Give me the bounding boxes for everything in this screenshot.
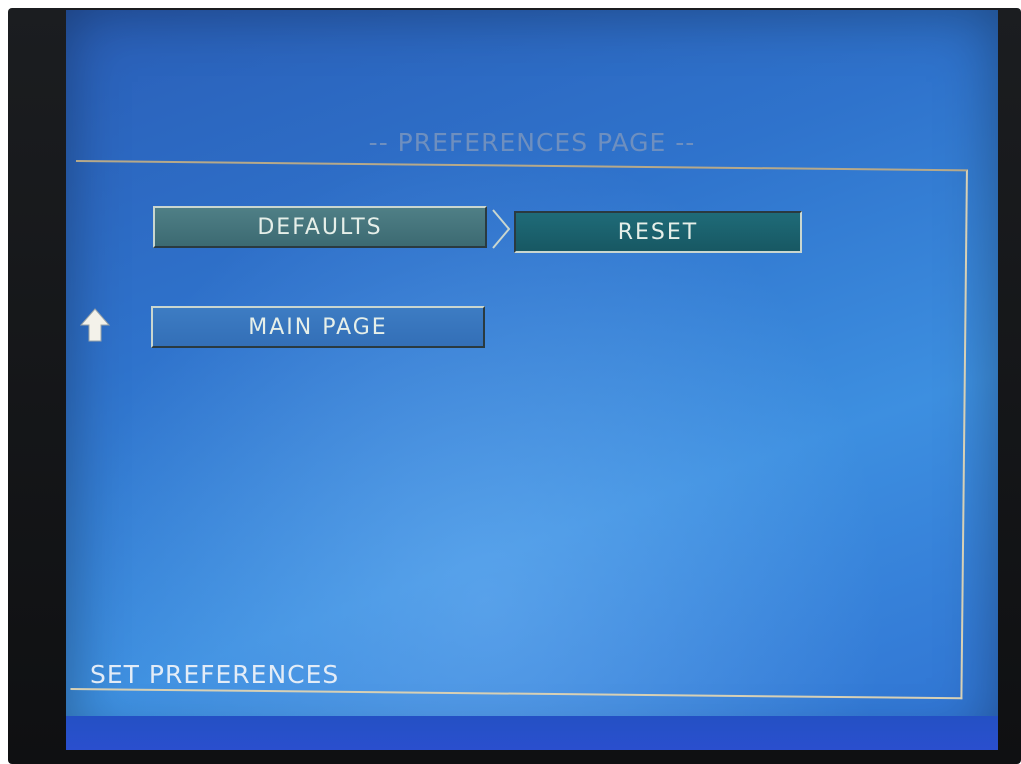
status-text: SET PREFERENCES xyxy=(90,660,340,689)
main-page-button[interactable]: MAIN PAGE xyxy=(151,306,485,348)
page-title: -- PREFERENCES PAGE -- xyxy=(368,128,696,157)
chevron-right-icon xyxy=(492,209,511,249)
monitor-bezel: -- PREFERENCES PAGE -- DEFAULTS RESET MA… xyxy=(8,8,1021,764)
defaults-button[interactable]: DEFAULTS xyxy=(153,206,487,248)
up-arrow-icon[interactable] xyxy=(80,308,110,342)
bottom-bar xyxy=(66,716,998,750)
screen: -- PREFERENCES PAGE -- DEFAULTS RESET MA… xyxy=(66,10,998,750)
reset-button[interactable]: RESET xyxy=(514,211,802,253)
